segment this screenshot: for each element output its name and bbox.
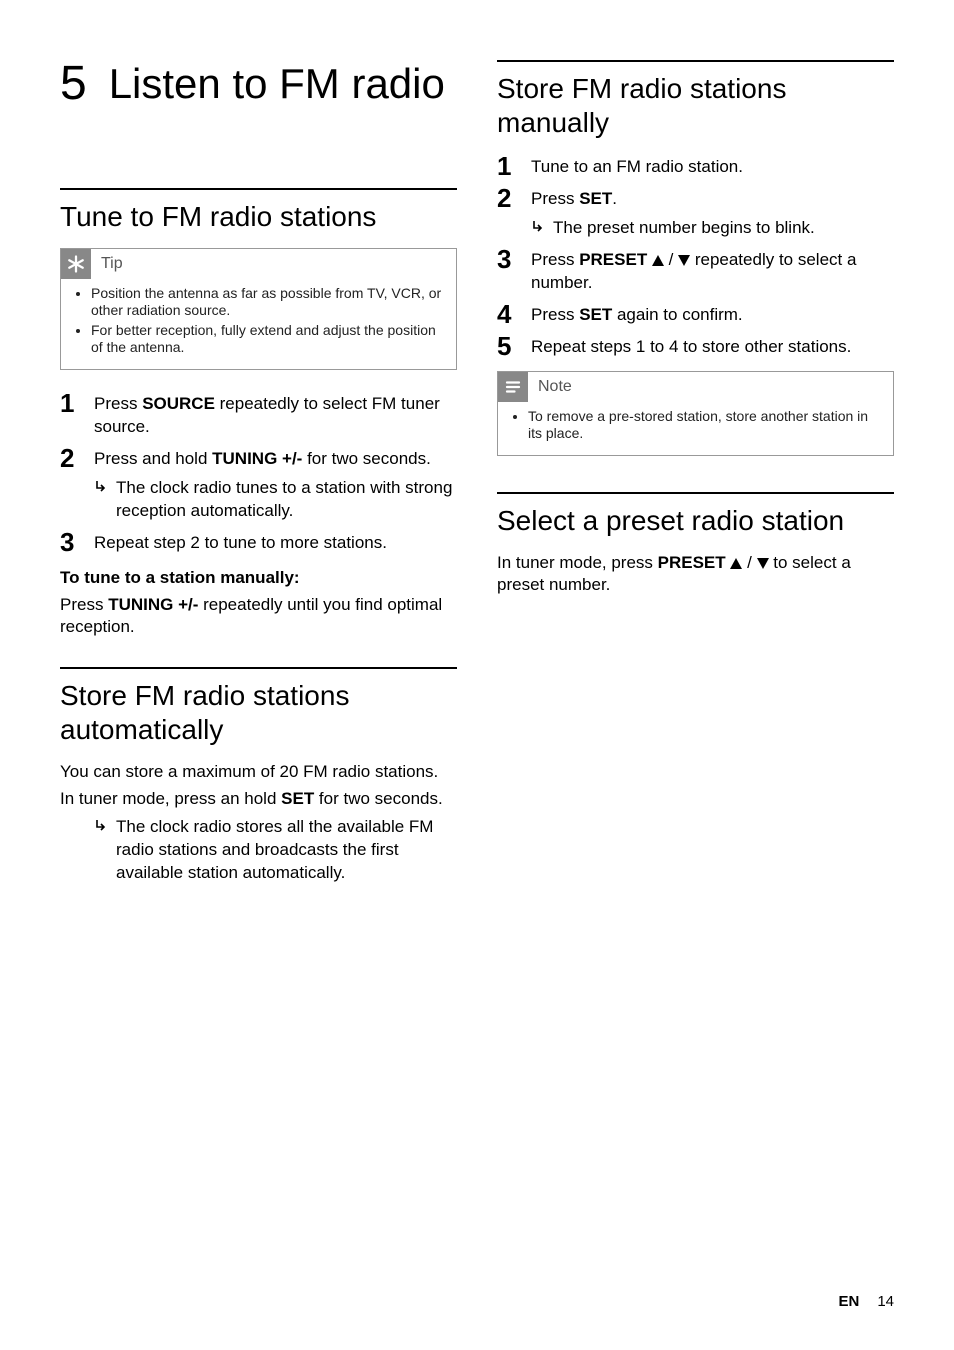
step-text: Press SOURCE repeatedly to select FM tun…: [94, 390, 457, 439]
manual-heading: To tune to a station manually:: [60, 567, 457, 590]
section-title: Store FM radio stations automatically: [60, 679, 457, 746]
step-number: 2: [497, 185, 519, 211]
page-footer: EN 14: [60, 1293, 894, 1310]
step-text: Tune to an FM radio station.: [531, 153, 894, 179]
footer-language: EN: [838, 1293, 859, 1310]
section-store-manual: Store FM radio stations manually 1 Tune …: [497, 60, 894, 456]
step-text: Press PRESET / repeatedly to select a nu…: [531, 246, 894, 295]
step-text: Press SET. The preset number begins to b…: [531, 185, 894, 240]
tip-label: Tip: [101, 255, 123, 273]
step-number: 2: [60, 445, 82, 471]
tip-item: For better reception, fully extend and a…: [91, 322, 442, 357]
note-callout: Note To remove a pre-stored station, sto…: [497, 371, 894, 456]
step-number: 1: [497, 153, 519, 179]
result-row: The clock radio stores all the available…: [60, 814, 457, 885]
step-item: 1 Tune to an FM radio station.: [497, 153, 894, 179]
steps-list: 1 Press SOURCE repeatedly to select FM t…: [60, 390, 457, 555]
step-item: 1 Press SOURCE repeatedly to select FM t…: [60, 390, 457, 439]
step-text: Press SET again to confirm.: [531, 301, 894, 327]
result-arrow-icon: [94, 819, 108, 833]
step-number: 3: [497, 246, 519, 272]
note-label: Note: [538, 378, 572, 396]
step-result: The clock radio tunes to a station with …: [94, 477, 457, 523]
tip-body: Position the antenna as far as possible …: [61, 279, 456, 369]
chapter-title: Listen to FM radio: [109, 60, 445, 108]
step-text: Repeat step 2 to tune to more stations.: [94, 529, 457, 555]
step-number: 1: [60, 390, 82, 416]
body-text: In tuner mode, press an hold SET for two…: [60, 788, 457, 811]
steps-list: 1 Tune to an FM radio station. 2 Press S…: [497, 153, 894, 359]
step-item: 3 Repeat step 2 to tune to more stations…: [60, 529, 457, 555]
note-item: To remove a pre-stored station, store an…: [528, 408, 879, 443]
section-select-preset: Select a preset radio station In tuner m…: [497, 492, 894, 597]
section-tune: Tune to FM radio stations Tip Position t…: [60, 188, 457, 639]
triangle-up-icon: [652, 255, 664, 266]
step-number: 4: [497, 301, 519, 327]
tip-item: Position the antenna as far as possible …: [91, 285, 442, 320]
section-store-auto: Store FM radio stations automatically Yo…: [60, 667, 457, 885]
result-arrow-icon: [531, 220, 545, 234]
section-title: Tune to FM radio stations: [60, 200, 457, 234]
step-item: 2 Press and hold TUNING +/- for two seco…: [60, 445, 457, 523]
section-title: Select a preset radio station: [497, 504, 894, 538]
step-item: 3 Press PRESET / repeatedly to select a …: [497, 246, 894, 295]
step-item: 4 Press SET again to confirm.: [497, 301, 894, 327]
footer-page-number: 14: [877, 1293, 894, 1310]
note-body: To remove a pre-stored station, store an…: [498, 402, 893, 455]
step-text: Repeat steps 1 to 4 to store other stati…: [531, 333, 894, 359]
asterisk-icon: [61, 249, 91, 279]
manual-text: Press TUNING +/- repeatedly until you fi…: [60, 594, 457, 640]
tip-header: Tip: [61, 249, 456, 279]
step-item: 2 Press SET. The preset number begins to…: [497, 185, 894, 240]
step-text: Press and hold TUNING +/- for two second…: [94, 445, 457, 523]
body-text: You can store a maximum of 20 FM radio s…: [60, 761, 457, 784]
triangle-down-icon: [757, 558, 769, 569]
note-icon: [498, 372, 528, 402]
right-column: Store FM radio stations manually 1 Tune …: [497, 60, 894, 1293]
step-result: The clock radio stores all the available…: [94, 816, 457, 885]
step-number: 3: [60, 529, 82, 555]
step-item: 5 Repeat steps 1 to 4 to store other sta…: [497, 333, 894, 359]
note-header: Note: [498, 372, 893, 402]
step-result: The preset number begins to blink.: [531, 217, 894, 240]
result-arrow-icon: [94, 480, 108, 494]
triangle-up-icon: [730, 558, 742, 569]
step-number: 5: [497, 333, 519, 359]
chapter-heading: 5 Listen to FM radio: [60, 60, 457, 108]
body-text: In tuner mode, press PRESET / to select …: [497, 552, 894, 598]
chapter-number: 5: [60, 60, 87, 108]
section-title: Store FM radio stations manually: [497, 72, 894, 139]
left-column: 5 Listen to FM radio Tune to FM radio st…: [60, 60, 457, 1293]
tip-callout: Tip Position the antenna as far as possi…: [60, 248, 457, 370]
triangle-down-icon: [678, 255, 690, 266]
